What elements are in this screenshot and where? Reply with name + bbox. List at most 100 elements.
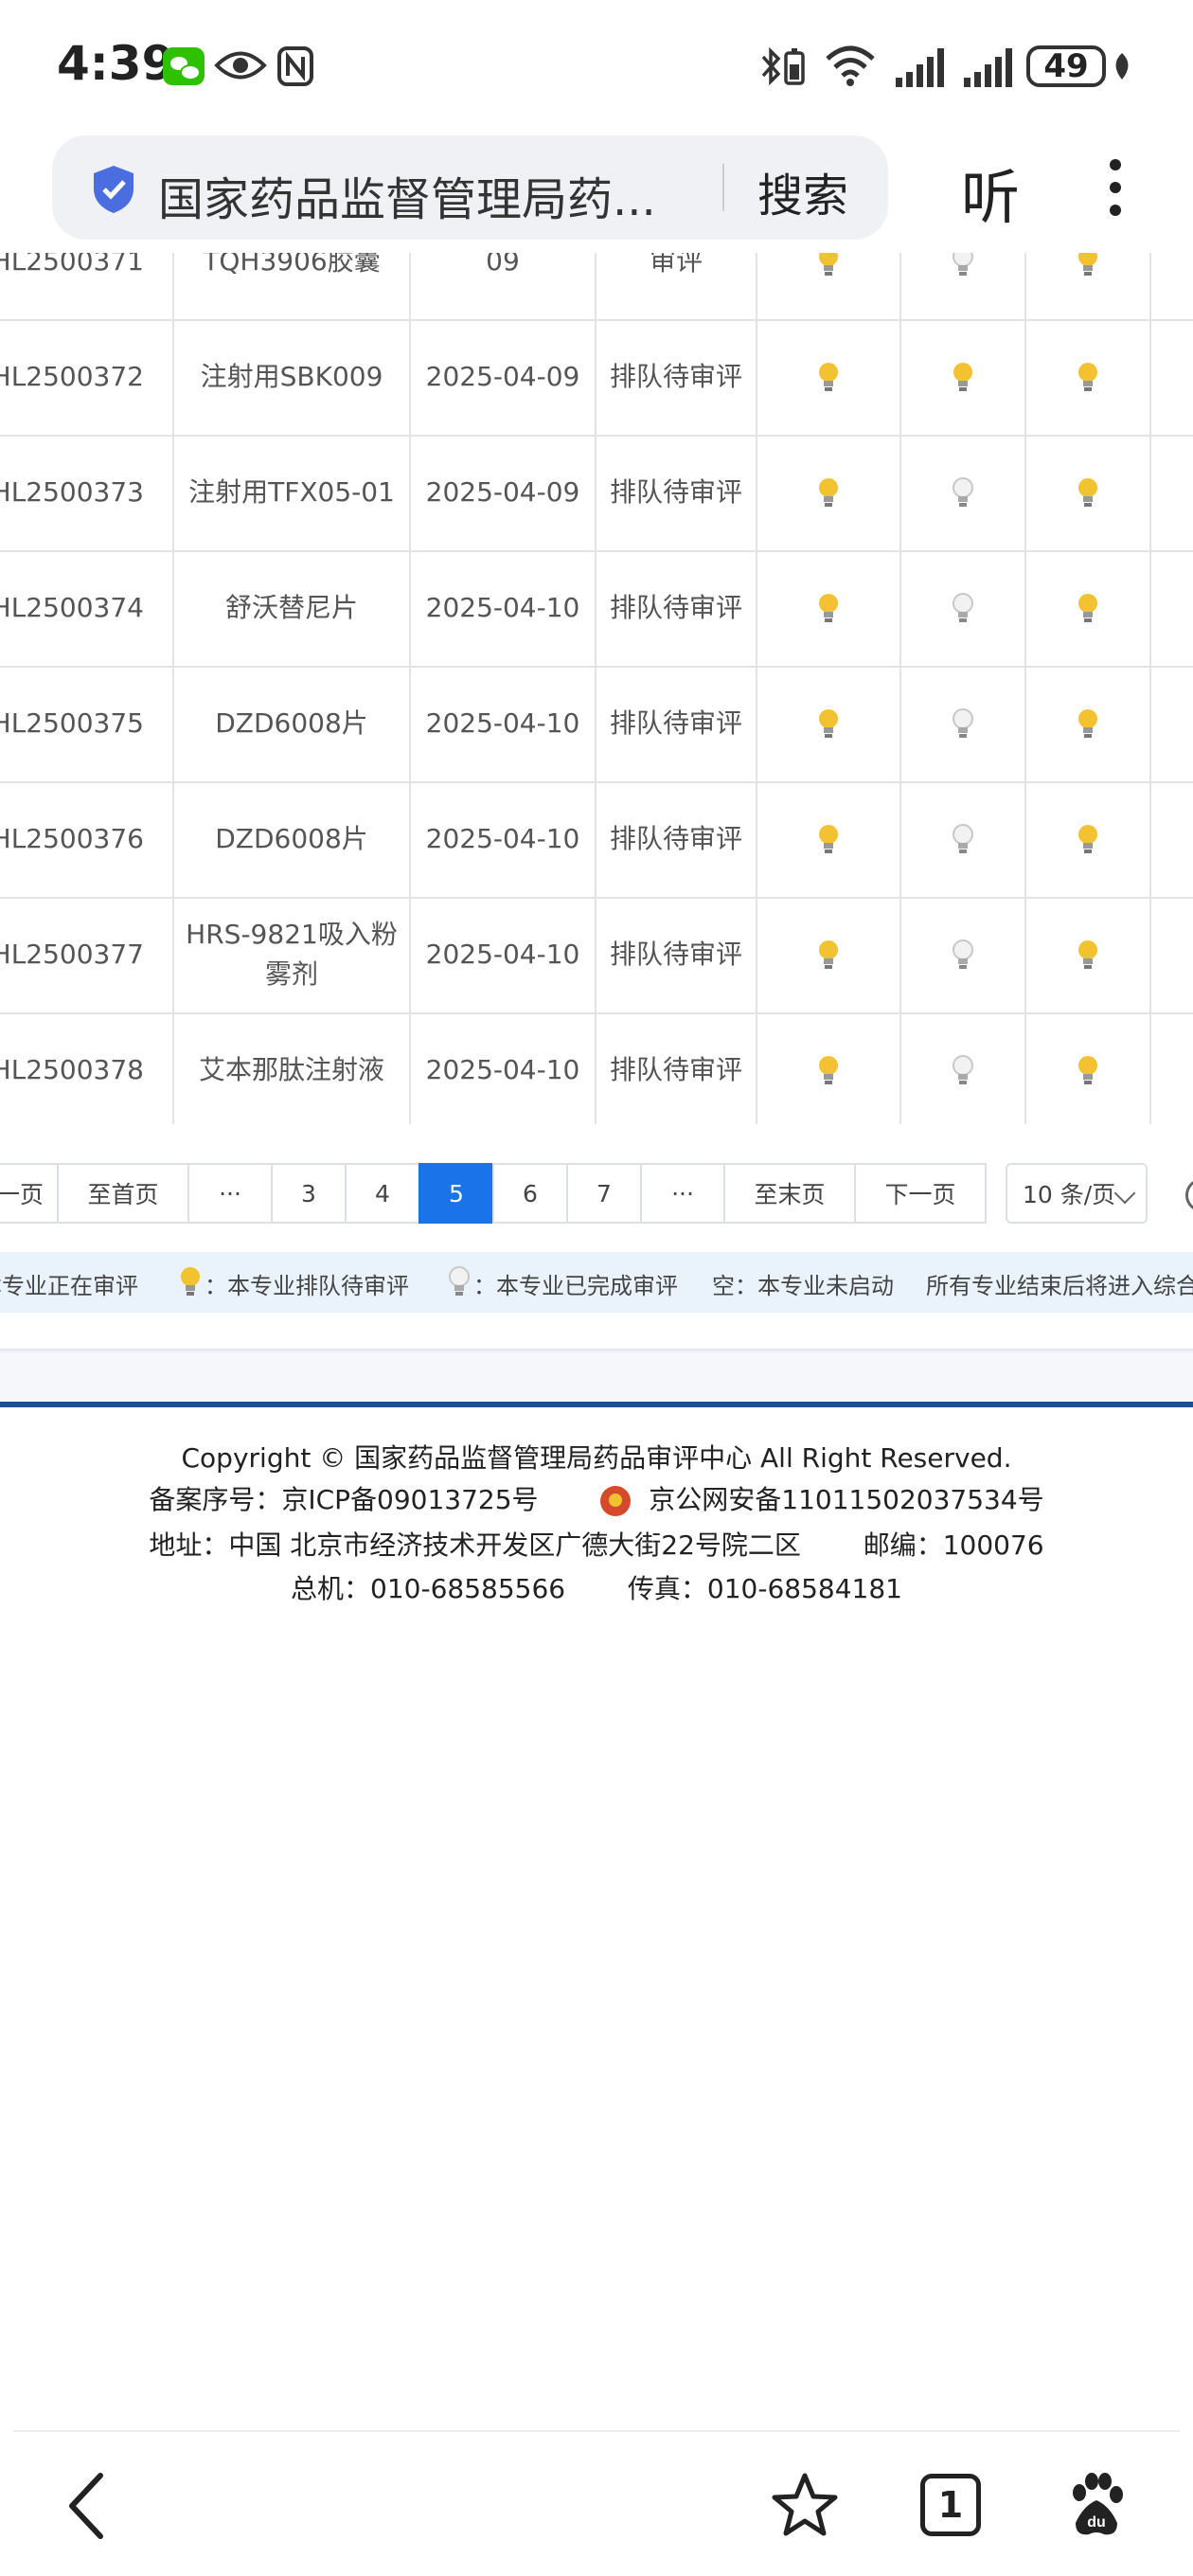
- discipline-status-cell: [1026, 897, 1151, 1012]
- legend-queued: ：本专业排队待审评: [205, 1273, 409, 1299]
- star-icon[interactable]: [771, 2472, 839, 2538]
- discipline-status-cell: [757, 666, 901, 781]
- bulb-on-icon: [181, 1267, 200, 1296]
- bulb-on-icon: [1078, 478, 1097, 507]
- footer-rule: [0, 1402, 1193, 1407]
- first-page-button[interactable]: 至首页: [57, 1163, 189, 1224]
- tabs-button[interactable]: 1: [920, 2474, 981, 2536]
- back-icon[interactable]: [61, 2468, 114, 2544]
- footer-address: 地址：中国 北京市经济技术开发区广德大街22号院二区: [149, 1530, 801, 1561]
- page-5-button[interactable]: 5: [418, 1163, 494, 1224]
- status-bar: 4:39 49: [0, 0, 1193, 133]
- bulb-on-icon: [819, 940, 838, 969]
- status-time: 4:39: [57, 36, 175, 91]
- footer-registration: 备案序号：京ICP备09013725号 京公网安备11011502037534号: [0, 1479, 1193, 1517]
- bluetooth-battery-icon: [761, 46, 805, 86]
- table-row[interactable]: HL2500371 TQH3906胶囊 09 审评: [0, 253, 1193, 321]
- battery-level: 49: [1043, 47, 1089, 85]
- legend-not-started: 空：本专业未启动: [712, 1273, 894, 1299]
- url-text: 国家药品监督管理局药...: [158, 173, 656, 226]
- search-button[interactable]: 搜索: [757, 158, 848, 224]
- page-6-button[interactable]: 6: [492, 1163, 568, 1224]
- next-page-button[interactable]: 下一页: [854, 1163, 987, 1224]
- bulb-on-icon: [819, 363, 838, 391]
- page-size-value: 10 条/页: [1023, 1181, 1116, 1208]
- bulb-on-icon: [1078, 940, 1097, 969]
- eye-icon: [214, 51, 267, 80]
- date-cell: 2025-04-10: [411, 666, 596, 781]
- listen-button[interactable]: 听: [961, 150, 1020, 235]
- bulb-on-icon: [1078, 253, 1097, 276]
- discipline-status-cell: [757, 319, 901, 435]
- status-cell: 排队待审评: [596, 435, 757, 550]
- shield-check-icon: [94, 166, 134, 213]
- bulb-off-icon: [953, 1055, 973, 1084]
- discipline-status-cell: [1026, 319, 1151, 435]
- discipline-status-cell: [1026, 666, 1151, 781]
- discipline-status-cell: [1151, 666, 1193, 781]
- police-registration-link[interactable]: 京公网安备11011502037534号: [649, 1484, 1043, 1515]
- pagination-ellipsis[interactable]: ···: [640, 1163, 725, 1224]
- discipline-status-cell: [1026, 550, 1151, 666]
- table-row[interactable]: HL2500376 DZD6008片 2025-04-10 排队待审评: [0, 781, 1193, 899]
- drug-name-cell: 艾本那肽注射液: [174, 1012, 411, 1124]
- discipline-status-cell: [757, 781, 901, 897]
- discipline-status-cell: [901, 435, 1026, 550]
- tab-count: 1: [937, 2484, 964, 2526]
- status-cell: 排队待审评: [596, 781, 757, 897]
- status-cell: 排队待审评: [596, 666, 757, 781]
- pagination-ellipsis[interactable]: ···: [187, 1163, 273, 1224]
- baidu-paw-icon[interactable]: du: [1066, 2472, 1127, 2538]
- acceptance-number-cell: HL2500378: [0, 1012, 174, 1124]
- page-4-button[interactable]: 4: [345, 1163, 420, 1224]
- drug-name-cell: DZD6008片: [174, 666, 411, 781]
- page-size-select[interactable]: 10 条/页: [1006, 1163, 1148, 1224]
- bulb-on-icon: [819, 1056, 838, 1084]
- table-row[interactable]: HL2500373 注射用TFX05-01 2025-04-09 排队待审评: [0, 435, 1193, 552]
- table-row[interactable]: HL2500372 注射用SBK009 2025-04-09 排队待审评: [0, 319, 1193, 437]
- discipline-status-cell: [1151, 897, 1193, 1012]
- date-cell: 2025-04-10: [411, 897, 596, 1012]
- footer-fax: 传真：010-68584181: [627, 1573, 902, 1604]
- bulb-off-icon: [953, 939, 973, 969]
- footer-address-line: 地址：中国 北京市经济技术开发区广德大街22号院二区 邮编：100076: [0, 1525, 1193, 1563]
- discipline-status-cell: [1151, 319, 1193, 435]
- table-row[interactable]: HL2500374 舒沃替尼片 2025-04-10 排队待审评: [0, 550, 1193, 668]
- drug-name-cell: 注射用TFX05-01: [174, 435, 411, 550]
- date-cell: 09: [411, 253, 596, 319]
- more-vertical-icon[interactable]: [1106, 157, 1125, 218]
- footer-contact-line: 总机：010-68585566 传真：010-68584181: [0, 1568, 1193, 1606]
- discipline-status-cell: [757, 1012, 901, 1124]
- discipline-status-cell: [901, 897, 1026, 1012]
- drug-name-cell: 舒沃替尼片: [174, 550, 411, 666]
- footer-spacer: [0, 1354, 1193, 1402]
- prev-page-button[interactable]: 上一页: [0, 1163, 59, 1224]
- bulb-on-icon: [1078, 709, 1097, 738]
- table-row[interactable]: HL2500378 艾本那肽注射液 2025-04-10 排队待审评: [0, 1012, 1193, 1124]
- battery-icon: 49: [1026, 45, 1106, 87]
- icp-link[interactable]: 备案序号：京ICP备09013725号: [149, 1484, 538, 1515]
- bulb-on-icon: [819, 478, 838, 507]
- acceptance-number-cell: HL2500373: [0, 435, 174, 550]
- nfc-icon: [277, 46, 313, 86]
- date-cell: 2025-04-09: [411, 319, 596, 435]
- discipline-status-cell: [901, 550, 1026, 666]
- footer-phone: 总机：010-68585566: [291, 1573, 566, 1604]
- discipline-status-cell: [901, 666, 1026, 781]
- address-bar[interactable]: 国家药品监督管理局药... 搜索: [52, 135, 888, 240]
- discipline-status-cell: [1026, 253, 1151, 319]
- legend: 本专业正在审评 ：本专业排队待审评 ：本专业已完成审评 空：本专业未启动 所有专…: [0, 1252, 1193, 1313]
- discipline-status-cell: [757, 253, 901, 319]
- bulb-on-icon: [1078, 363, 1097, 391]
- table-row[interactable]: HL2500377 HRS-9821吸入粉雾剂 2025-04-10 排队待审评: [0, 897, 1193, 1014]
- acceptance-number-cell: HL2500372: [0, 319, 174, 435]
- bulb-on-icon: [819, 825, 838, 853]
- acceptance-number-cell: HL2500376: [0, 781, 174, 897]
- table-row[interactable]: HL2500375 DZD6008片 2025-04-10 排队待审评: [0, 666, 1193, 783]
- signal-icon: [896, 48, 944, 87]
- page-3-button[interactable]: 3: [271, 1163, 347, 1224]
- nav-divider: [13, 2430, 1180, 2432]
- drug-name-cell: HRS-9821吸入粉雾剂: [174, 897, 411, 1012]
- page-7-button[interactable]: 7: [566, 1163, 642, 1224]
- last-page-button[interactable]: 至末页: [723, 1163, 856, 1224]
